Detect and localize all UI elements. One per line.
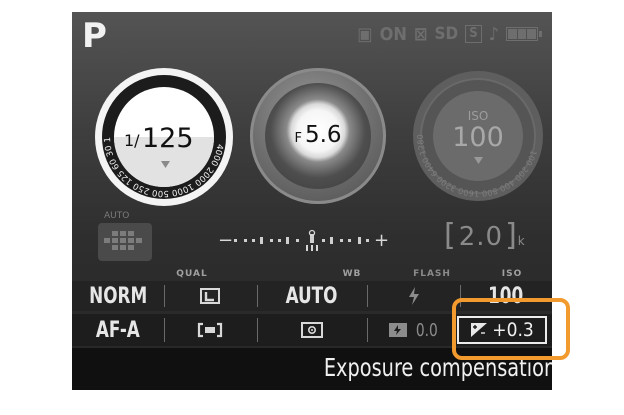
image-size-large-icon xyxy=(200,288,221,304)
af-area-mode[interactable]: AUTO xyxy=(98,211,154,263)
af-area-bracket-icon xyxy=(198,322,223,338)
shooting-mode: P xyxy=(82,16,107,56)
onboard-label: ON xyxy=(379,23,407,45)
image-area-icon: ⊠ xyxy=(413,23,428,45)
flash-compensation-button[interactable]: 0.0 xyxy=(367,314,459,346)
white-balance-button[interactable]: AUTO xyxy=(256,281,368,311)
flash-bolt-icon xyxy=(408,287,419,305)
exposure-meter: − + xyxy=(218,229,389,251)
flash-compensation-value: 0.0 xyxy=(415,319,438,341)
battery-icon xyxy=(506,27,542,41)
label-blank-2 xyxy=(232,267,312,281)
shutter-prefix: 1/ xyxy=(124,131,140,150)
info-panel-labels: QUAL WB FLASH ISO xyxy=(72,267,552,281)
image-quality-value: NORM xyxy=(89,283,148,309)
image-size-button[interactable] xyxy=(164,281,256,311)
onboard-icon: ▣ xyxy=(357,23,373,45)
af-grid-icon xyxy=(98,223,152,261)
card-label: SD xyxy=(434,24,459,44)
selection-highlight xyxy=(452,298,570,360)
beep-icon: ♪ xyxy=(488,23,499,45)
label-flash: FLASH xyxy=(413,269,451,279)
shutter-speed-dial[interactable]: 4000 2000 1000 500 250 125 60 30 15 8 4 … xyxy=(94,67,234,207)
flash-compensation-icon xyxy=(388,323,407,337)
matrix-metering-icon xyxy=(301,322,323,338)
bracketing-unit: k xyxy=(517,234,526,248)
image-quality-button[interactable]: NORM xyxy=(72,281,164,311)
iso-dial-value: 100 xyxy=(452,122,504,153)
af-area-button[interactable] xyxy=(164,314,256,346)
shutter-value: 125 xyxy=(142,123,194,154)
focus-mode-value: AF-A xyxy=(96,317,141,343)
metering-button[interactable] xyxy=(256,314,368,346)
aperture-value: 5.6 xyxy=(304,122,342,148)
label-iso: ISO xyxy=(501,269,523,279)
focus-mode-button[interactable]: AF-A xyxy=(72,314,164,346)
card-slot-badge: S xyxy=(465,25,482,43)
af-area-label: AUTO xyxy=(104,211,130,221)
aperture-prefix: F xyxy=(294,131,302,146)
meter-plus: + xyxy=(374,230,389,251)
white-balance-value: AUTO xyxy=(286,283,338,309)
meter-minus: − xyxy=(218,230,233,251)
label-wb: WB xyxy=(342,269,362,279)
status-bar: ▣ ON ⊠ SD S ♪ xyxy=(357,22,542,46)
label-qual: QUAL xyxy=(176,269,208,279)
flash-mode-button[interactable] xyxy=(367,281,459,311)
iso-dial-label: ISO xyxy=(467,109,489,123)
label-blank-1 xyxy=(72,267,152,281)
aperture-display[interactable]: F 5.6 xyxy=(250,122,386,148)
bracketing-value: [2.0]k xyxy=(444,218,526,253)
bracketing-number: 2.0 xyxy=(458,222,504,252)
